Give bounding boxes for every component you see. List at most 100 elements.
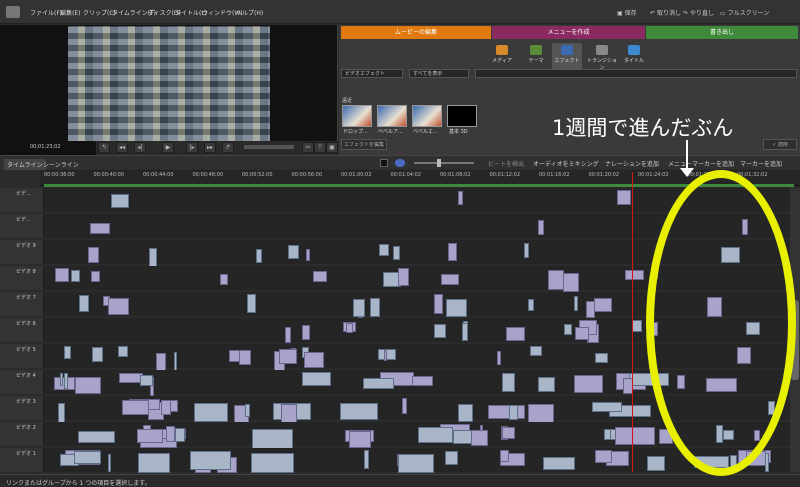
track-label[interactable]: ビデオ 4 bbox=[0, 370, 44, 394]
timeline-clip[interactable] bbox=[252, 429, 293, 449]
step-forward-icon[interactable]: |▸ bbox=[186, 142, 198, 153]
track-area[interactable] bbox=[44, 448, 790, 474]
titles-tool[interactable]: タイトル bbox=[619, 43, 649, 69]
timeline-clip[interactable] bbox=[625, 270, 645, 281]
split-clip-icon[interactable]: ✂ bbox=[302, 142, 314, 153]
effect-thumb-basic-3d[interactable] bbox=[447, 105, 477, 127]
effect-thumb-bevel-alpha[interactable] bbox=[377, 105, 407, 127]
effects-tool[interactable]: エフェクト bbox=[552, 43, 582, 69]
timeline-clip[interactable] bbox=[398, 454, 434, 474]
menu-edit[interactable]: 編集(E) bbox=[60, 8, 80, 17]
timeline-clip[interactable] bbox=[139, 375, 153, 386]
timeline-clip[interactable] bbox=[445, 451, 458, 465]
shuttle-slider[interactable] bbox=[244, 145, 294, 149]
timeline-clip[interactable] bbox=[136, 429, 163, 444]
timeline-clip[interactable] bbox=[107, 454, 111, 472]
timeline-clip[interactable] bbox=[302, 372, 331, 387]
timeline-clip[interactable] bbox=[502, 427, 516, 439]
add-marker-button[interactable]: マーカーを追加 bbox=[740, 159, 782, 168]
go-end-icon[interactable]: ↱ bbox=[222, 142, 234, 153]
zoom-slider[interactable] bbox=[414, 162, 474, 164]
timeline-clip[interactable] bbox=[563, 273, 579, 292]
timeline-clip[interactable] bbox=[148, 248, 157, 267]
playhead[interactable] bbox=[632, 172, 633, 472]
timeline-clip[interactable] bbox=[363, 450, 370, 470]
play-icon[interactable]: ▶ bbox=[162, 142, 174, 153]
timeline-clip[interactable] bbox=[543, 457, 576, 471]
track-label[interactable]: ビデオ 2 bbox=[0, 422, 44, 446]
add-narration-button[interactable]: ナレーションを追加 bbox=[605, 159, 659, 168]
timeline-clip[interactable] bbox=[219, 274, 229, 286]
timeline-clip[interactable] bbox=[57, 403, 65, 423]
timeline-clip[interactable] bbox=[285, 327, 291, 344]
timeline-clip[interactable] bbox=[189, 451, 232, 471]
timeline-clip[interactable] bbox=[362, 378, 394, 389]
timeline-clip[interactable] bbox=[614, 427, 655, 446]
timeline-clip[interactable] bbox=[88, 247, 99, 264]
track-label[interactable]: ビデオ 3 bbox=[0, 396, 44, 420]
timeline-clip[interactable] bbox=[594, 298, 612, 313]
zoom-icon[interactable] bbox=[395, 159, 405, 167]
effect-search-input[interactable] bbox=[475, 69, 797, 78]
timeline-clip[interactable] bbox=[306, 249, 311, 262]
timeline-clip[interactable] bbox=[446, 299, 468, 318]
effect-thumb-drop[interactable] bbox=[342, 105, 372, 127]
timeline-clip[interactable] bbox=[155, 353, 166, 371]
track-label[interactable]: ビデオ 7 bbox=[0, 292, 44, 316]
timeline-clip[interactable] bbox=[500, 450, 509, 463]
fast-forward-icon[interactable]: ▸▸ bbox=[204, 142, 216, 153]
timeline-clip[interactable] bbox=[547, 270, 565, 290]
timeline-clip[interactable] bbox=[563, 324, 572, 336]
timeline-clip[interactable] bbox=[287, 245, 299, 260]
timeline-clip[interactable] bbox=[108, 298, 129, 315]
timeline-clip[interactable] bbox=[527, 404, 554, 424]
timeline-clip[interactable] bbox=[74, 451, 102, 464]
timeline-clip[interactable] bbox=[631, 320, 643, 333]
timeline-clip[interactable] bbox=[646, 456, 666, 471]
timeline-clip[interactable] bbox=[193, 403, 229, 422]
timeline-clip[interactable] bbox=[377, 349, 397, 360]
media-tool[interactable]: メディア bbox=[487, 43, 517, 69]
effect-thumb-bevel-edges[interactable] bbox=[412, 105, 442, 127]
tab-export[interactable]: 書き出し bbox=[646, 26, 798, 39]
zoom-slider-handle[interactable] bbox=[437, 159, 441, 167]
timeline-clip[interactable] bbox=[574, 375, 603, 394]
timeline-clip[interactable] bbox=[64, 373, 69, 389]
timeline-clip[interactable] bbox=[384, 350, 388, 361]
timeline-clip[interactable] bbox=[488, 405, 525, 420]
timeline-clip[interactable] bbox=[537, 220, 544, 235]
timeline-clip[interactable] bbox=[59, 373, 64, 386]
timeline-clip[interactable] bbox=[250, 453, 294, 473]
timeline-clip[interactable] bbox=[75, 377, 101, 394]
timeline-clip[interactable] bbox=[502, 373, 516, 393]
timeline-clip[interactable] bbox=[433, 324, 447, 338]
timeline-clip[interactable] bbox=[302, 325, 310, 340]
category-select[interactable]: ビデオエフェクト bbox=[341, 69, 403, 78]
timeline-clip[interactable] bbox=[594, 353, 608, 364]
timeline-clip[interactable] bbox=[246, 294, 257, 313]
track-label[interactable]: ビデ... bbox=[0, 214, 44, 238]
timeline-clip[interactable] bbox=[160, 400, 171, 415]
step-back-icon[interactable]: ◂| bbox=[134, 142, 146, 153]
timeline-clip[interactable] bbox=[79, 295, 90, 312]
menu-file[interactable]: ファイル(F) bbox=[30, 8, 62, 17]
timeline-clip[interactable] bbox=[457, 191, 463, 206]
timeline-clip[interactable] bbox=[509, 405, 519, 421]
timeline-clip[interactable] bbox=[91, 271, 100, 282]
timeline-clip[interactable] bbox=[54, 268, 69, 283]
timeline-clip[interactable] bbox=[313, 271, 327, 282]
track-label[interactable]: ビデオ 9 bbox=[0, 240, 44, 264]
timeline-clip[interactable] bbox=[462, 323, 468, 342]
timeline-clip[interactable] bbox=[591, 402, 623, 413]
apply-button[interactable]: ✓ 適用 bbox=[763, 139, 797, 150]
rewind-icon[interactable]: ◂◂ bbox=[116, 142, 128, 153]
menu-help[interactable]: ヘルプ(H) bbox=[236, 8, 263, 17]
timeline-clip[interactable] bbox=[392, 246, 401, 261]
timeline-clip[interactable] bbox=[78, 431, 115, 443]
timeline-clip[interactable] bbox=[278, 349, 297, 365]
timeline-clip[interactable] bbox=[122, 400, 149, 416]
audio-mixing-button[interactable]: オーディオをミキシング bbox=[533, 159, 599, 168]
timeline-clip[interactable] bbox=[471, 430, 489, 446]
tab-edit-movie[interactable]: ムービーの編集 bbox=[341, 26, 491, 39]
timeline-clip[interactable] bbox=[458, 404, 474, 422]
